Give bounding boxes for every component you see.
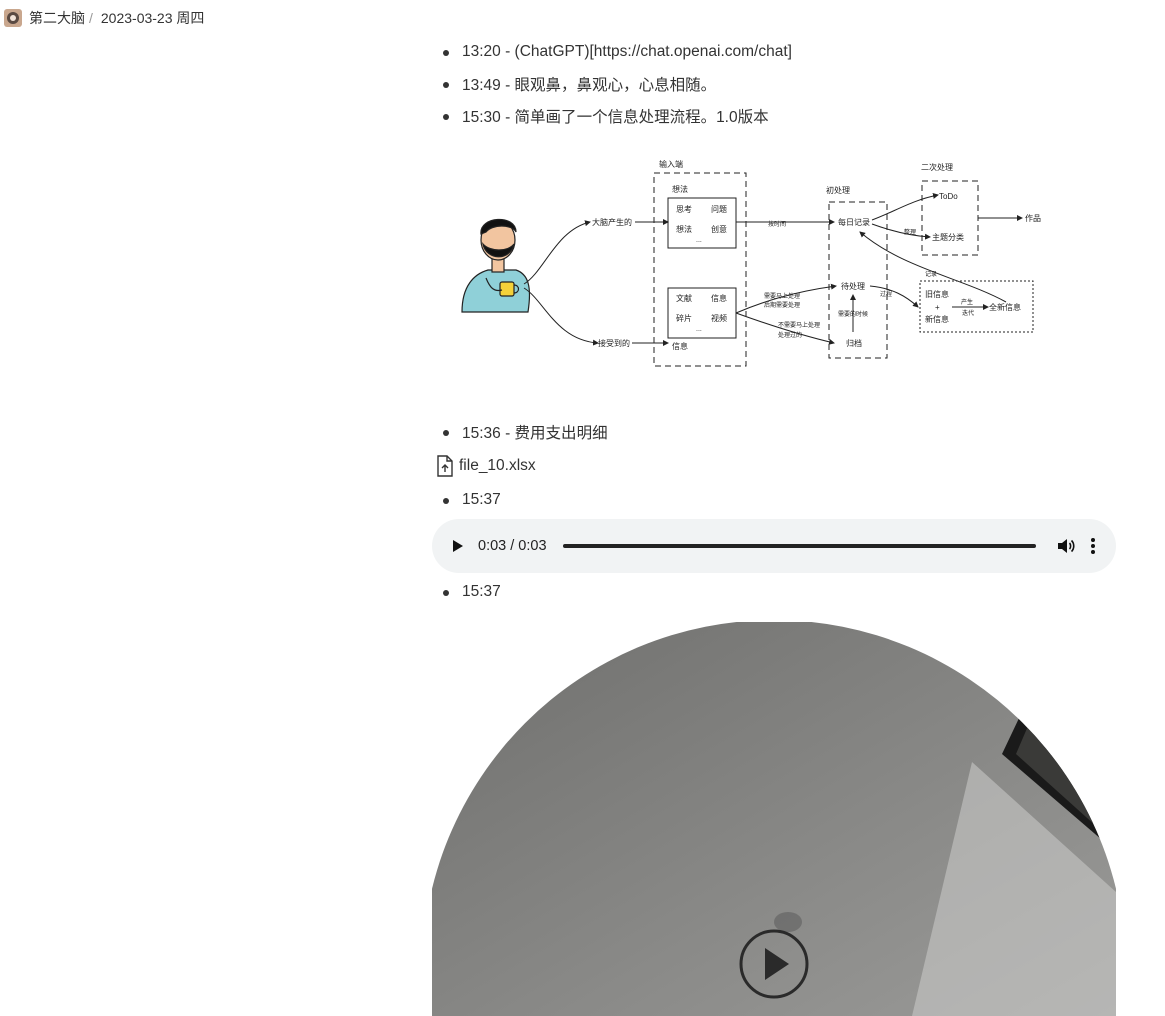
diagram-label: 不需要马上处理 bbox=[778, 321, 820, 329]
diagram-label: 思考 bbox=[676, 205, 692, 214]
list-item[interactable]: 15:30 - 简单画了一个信息处理流程。1.0版本 bbox=[432, 100, 1116, 132]
diagram-label: 需要马上处理 bbox=[764, 292, 800, 300]
diagram-label: 想法 bbox=[676, 224, 692, 234]
avatar[interactable] bbox=[4, 9, 22, 27]
person-illustration bbox=[461, 218, 531, 313]
list-item-text: 13:20 - (ChatGPT)[https://chat.openai.co… bbox=[462, 43, 792, 60]
diagram-label: 接受到的 bbox=[598, 338, 630, 348]
diagram-label: 按时间 bbox=[768, 220, 786, 228]
diagram-label: ... bbox=[696, 237, 702, 244]
list-item-text: 15:30 - 简单画了一个信息处理流程。1.0版本 bbox=[462, 109, 769, 126]
diagram-label: 产生 bbox=[961, 298, 973, 306]
diagram-label: 归档 bbox=[846, 338, 862, 348]
list-item[interactable]: 15:37 bbox=[432, 576, 1116, 608]
diagram-label: 整理 bbox=[904, 228, 916, 236]
audio-player: 0:03 / 0:03 bbox=[432, 519, 1116, 573]
diagram-label: 作品 bbox=[1025, 213, 1041, 223]
breadcrumb-separator: / bbox=[89, 10, 93, 26]
diagram-label: 文献 bbox=[676, 293, 692, 303]
diagram-label: 处理过的 bbox=[778, 331, 802, 339]
diagram-label: 信息 bbox=[711, 293, 727, 303]
list-item-text: 15:36 - 费用支出明细 bbox=[462, 425, 608, 442]
list-item[interactable]: 13:49 - 眼观鼻，鼻观心，心息相随。 bbox=[432, 68, 1116, 100]
bullet-dot bbox=[443, 50, 449, 56]
diagram-label: 创意 bbox=[711, 224, 727, 234]
diagram-label: 待处理 bbox=[841, 281, 865, 291]
list-item-text: 15:37 bbox=[462, 583, 501, 600]
diagram-label: ... bbox=[696, 326, 702, 333]
diagram-label: 大脑产生的 bbox=[592, 217, 632, 227]
list-item[interactable]: 13:20 - (ChatGPT)[https://chat.openai.co… bbox=[432, 36, 1116, 68]
breadcrumb-date: 2023-03-23 周四 bbox=[100, 10, 205, 26]
play-icon[interactable] bbox=[452, 539, 464, 553]
diagram-label: 记录 bbox=[925, 270, 937, 278]
diagram-label: 初处理 bbox=[826, 185, 850, 195]
diagram-label: 迭代 bbox=[962, 309, 974, 317]
diagram-label: 碎片 bbox=[676, 313, 692, 323]
flow-diagram-image: 大脑产生的 接受到的 输入端 想法 思考 问题 想法 创意 ... 文献 信息 … bbox=[432, 150, 1116, 406]
diagram-label: 信息 bbox=[672, 341, 688, 351]
diagram-label: 问题 bbox=[711, 205, 727, 214]
diagram-label: 需要的时候 bbox=[838, 310, 868, 318]
audio-progress-bar[interactable] bbox=[562, 544, 1036, 548]
journal-content: 13:20 - (ChatGPT)[https://chat.openai.co… bbox=[432, 36, 1116, 1016]
file-attachment[interactable]: file_10.xlsx bbox=[432, 448, 1116, 484]
diagram-label: 二次处理 bbox=[921, 162, 953, 172]
bullet-dot bbox=[443, 590, 449, 596]
list-item-text: 15:37 bbox=[462, 491, 501, 508]
diagram-label: 每日记录 bbox=[838, 217, 870, 227]
diagram-label: 想法 bbox=[672, 184, 688, 194]
more-vert-icon[interactable] bbox=[1090, 537, 1096, 555]
diagram-label: 过程 bbox=[880, 290, 892, 298]
list-item[interactable]: 15:37 bbox=[432, 484, 1116, 516]
list-item[interactable]: 15:36 - 费用支出明细 bbox=[432, 416, 1116, 448]
video-player[interactable] bbox=[432, 622, 1116, 1016]
list-item-text: 13:49 - 眼观鼻，鼻观心，心息相随。 bbox=[462, 77, 717, 94]
diagram-label: 视频 bbox=[711, 313, 727, 323]
diagram-label: 全新信息 bbox=[989, 302, 1021, 312]
diagram-label: ToDo bbox=[939, 192, 958, 201]
diagram-label: 旧信息 bbox=[925, 289, 949, 299]
bullet-dot bbox=[443, 498, 449, 504]
breadcrumb: 第二大脑 / 2023-03-23 周四 bbox=[4, 8, 204, 28]
file-name[interactable]: file_10.xlsx bbox=[459, 457, 536, 475]
diagram-label: 后期需要处理 bbox=[764, 301, 800, 309]
breadcrumb-title[interactable]: 第二大脑 bbox=[29, 8, 85, 28]
bullet-dot bbox=[443, 114, 449, 120]
diagram-label: 主题分类 bbox=[932, 232, 964, 242]
diagram-label: + bbox=[935, 303, 940, 312]
file-upload-icon bbox=[437, 455, 453, 477]
diagram-label: 新信息 bbox=[925, 314, 949, 324]
bullet-dot bbox=[443, 430, 449, 436]
diagram-label: 输入端 bbox=[659, 159, 683, 169]
volume-icon[interactable] bbox=[1056, 536, 1076, 556]
audio-time: 0:03 / 0:03 bbox=[478, 538, 547, 554]
bullet-dot bbox=[443, 82, 449, 88]
